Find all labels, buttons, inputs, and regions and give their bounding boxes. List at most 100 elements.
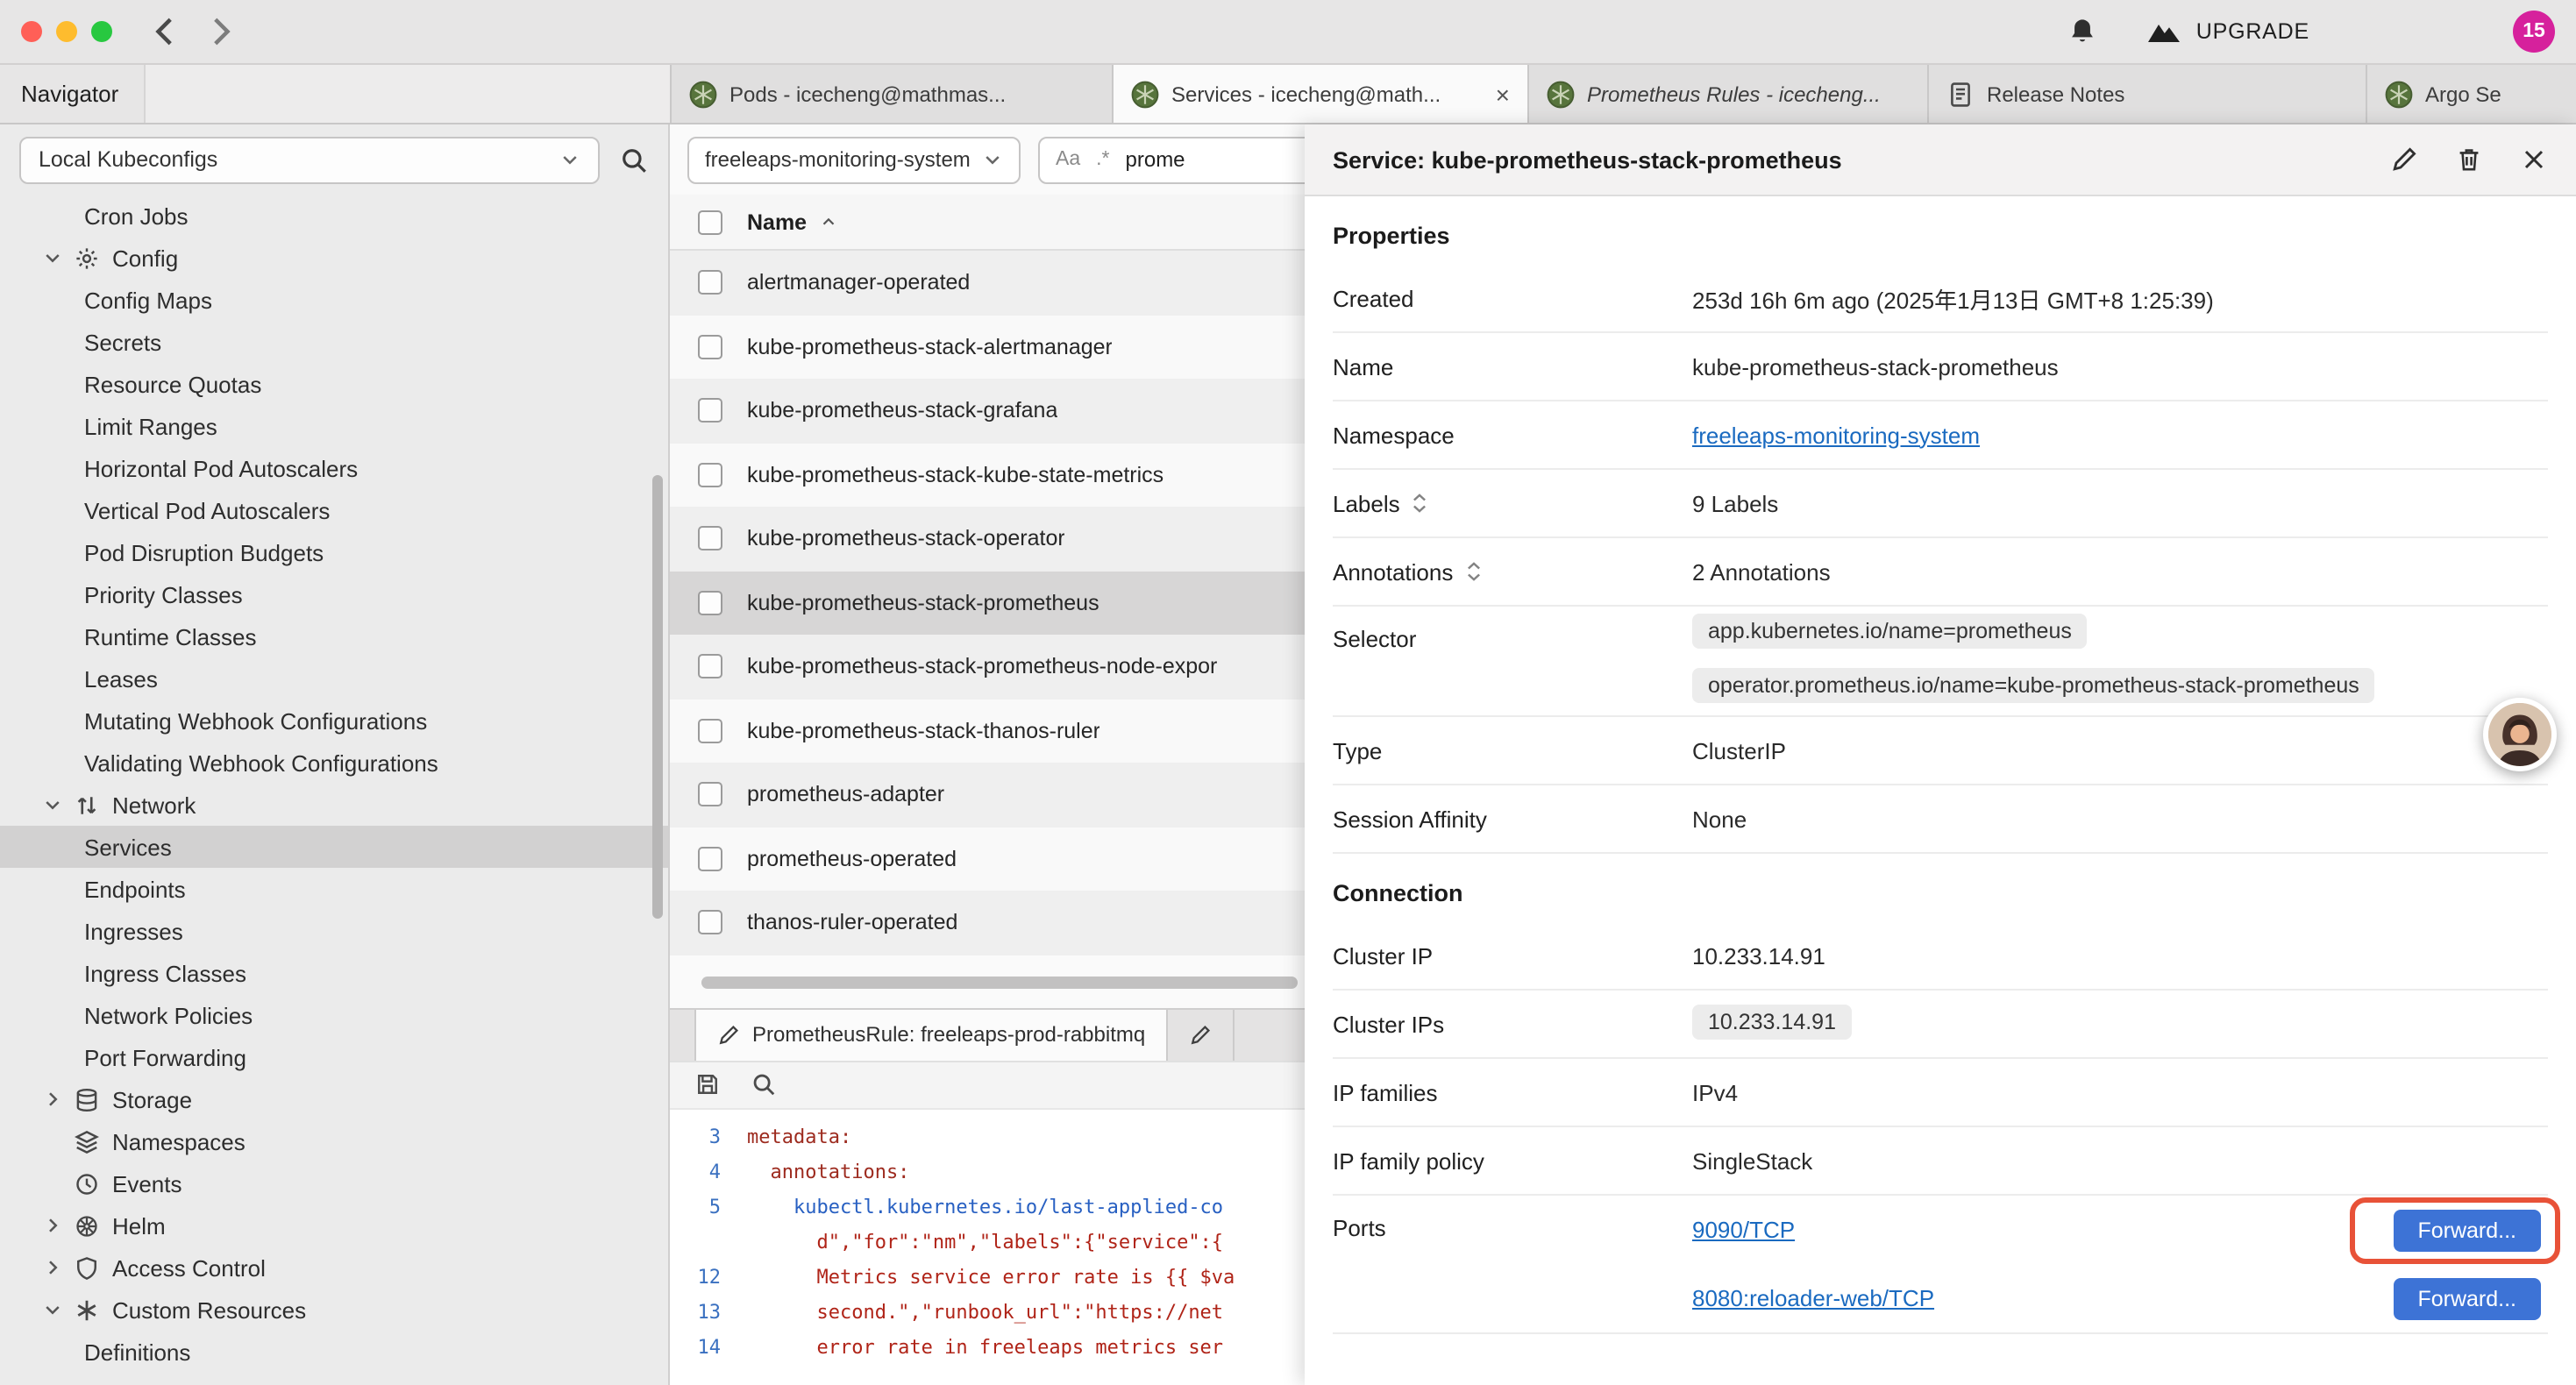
- detail-row-session-affinity: Session AffinityNone: [1333, 785, 2548, 854]
- regex-toggle[interactable]: .*: [1096, 149, 1109, 170]
- sidebar-item-pod-disruption-budgets[interactable]: Pod Disruption Budgets: [0, 531, 668, 573]
- detail-label: Selector: [1333, 607, 1692, 652]
- port-link[interactable]: 9090/TCP: [1692, 1217, 1795, 1243]
- sidebar-item-runtime-classes[interactable]: Runtime Classes: [0, 615, 668, 657]
- close-window-button[interactable]: [21, 21, 42, 42]
- sidebar-item-ingress-classes[interactable]: Ingress Classes: [0, 952, 668, 994]
- sidebar-item-config[interactable]: Config: [0, 237, 668, 279]
- sort-ascending-icon[interactable]: [819, 212, 838, 231]
- chip-list: 10.233.14.91: [1692, 997, 1852, 1051]
- detail-row-namespace: Namespacefreeleaps-monitoring-system: [1333, 401, 2548, 470]
- sidebar-item-cron-jobs[interactable]: Cron Jobs: [0, 195, 668, 237]
- close-icon[interactable]: [2520, 146, 2548, 174]
- port-line: 9090/TCP Forward...: [1692, 1196, 2548, 1264]
- chevron-right-icon[interactable]: [42, 1089, 63, 1110]
- match-case-toggle[interactable]: Aa: [1056, 149, 1080, 170]
- namespace-filter-select[interactable]: freeleaps-monitoring-system: [687, 136, 1021, 183]
- minimize-window-button[interactable]: [56, 21, 77, 42]
- select-all-checkbox[interactable]: [698, 210, 722, 234]
- sidebar-item-network-policies[interactable]: Network Policies: [0, 994, 668, 1036]
- trash-icon[interactable]: [2455, 146, 2483, 174]
- dock-tab-1[interactable]: PrometheusRule: freeleaps-prod-rabbitmq: [694, 1009, 1168, 1060]
- sidebar-item-label: Ingress Classes: [84, 960, 246, 986]
- chevron-right-icon[interactable]: [42, 1215, 63, 1236]
- sidebar-item-priority-classes[interactable]: Priority Classes: [0, 573, 668, 615]
- forward-button[interactable]: Forward...: [2393, 1209, 2541, 1251]
- sidebar-item-label: Definitions: [84, 1339, 190, 1365]
- sidebar-item-ingresses[interactable]: Ingresses: [0, 910, 668, 952]
- chevron-down-icon[interactable]: [42, 1299, 63, 1320]
- kubeconfig-selector[interactable]: Local Kubeconfigs: [19, 136, 600, 183]
- sidebar-item-secrets[interactable]: Secrets: [0, 321, 668, 363]
- row-checkbox[interactable]: [698, 655, 722, 679]
- row-checkbox[interactable]: [698, 463, 722, 487]
- expand-icon[interactable]: [1411, 491, 1430, 515]
- column-header-name[interactable]: Name: [747, 210, 807, 234]
- sidebar-item-vertical-pod-autoscalers[interactable]: Vertical Pod Autoscalers: [0, 489, 668, 531]
- row-checkbox[interactable]: [698, 271, 722, 295]
- close-tab-icon[interactable]: ×: [1496, 82, 1510, 106]
- sidebar-item-validating-webhook-configurations[interactable]: Validating Webhook Configurations: [0, 742, 668, 784]
- sidebar-item-leases[interactable]: Leases: [0, 657, 668, 700]
- sidebar-item-custom-resources[interactable]: Custom Resources: [0, 1289, 668, 1331]
- row-checkbox[interactable]: [698, 847, 722, 871]
- row-checkbox[interactable]: [698, 719, 722, 743]
- avatar[interactable]: [2483, 698, 2557, 771]
- sidebar-item-resource-quotas[interactable]: Resource Quotas: [0, 363, 668, 405]
- back-icon[interactable]: [147, 14, 182, 49]
- sidebar-scrollbar[interactable]: [652, 475, 663, 919]
- sidebar-item-services[interactable]: Services: [0, 826, 668, 868]
- chevron-down-icon[interactable]: [42, 247, 63, 268]
- forward-button[interactable]: Forward...: [2393, 1277, 2541, 1319]
- sidebar-item-horizontal-pod-autoscalers[interactable]: Horizontal Pod Autoscalers: [0, 447, 668, 489]
- forward-icon[interactable]: [203, 14, 238, 49]
- row-checkbox[interactable]: [698, 335, 722, 359]
- save-icon[interactable]: [694, 1071, 721, 1097]
- sidebar-item-label: Config: [112, 245, 178, 271]
- pencil-icon[interactable]: [2390, 146, 2418, 174]
- namespace-filter-value: freeleaps-monitoring-system: [705, 147, 971, 172]
- sidebar-item-config-maps[interactable]: Config Maps: [0, 279, 668, 321]
- port-link[interactable]: 8080:reloader-web/TCP: [1692, 1285, 1934, 1311]
- sidebar-item-access-control[interactable]: Access Control: [0, 1246, 668, 1289]
- notifications-bell-icon[interactable]: [2068, 16, 2098, 47]
- row-checkbox[interactable]: [698, 783, 722, 807]
- sidebar-item-events[interactable]: Events: [0, 1162, 668, 1204]
- namespace-link[interactable]: freeleaps-monitoring-system: [1692, 422, 1980, 448]
- sidebar-item-definitions[interactable]: Definitions: [0, 1331, 668, 1373]
- tab-pods-icecheng-mathmas[interactable]: Pods - icecheng@mathmas...: [672, 65, 1114, 123]
- sidebar-item-network[interactable]: Network: [0, 784, 668, 826]
- expand-icon[interactable]: [1463, 559, 1483, 584]
- tab-release-notes[interactable]: Release Notes: [1929, 65, 2367, 123]
- sidebar-item-limit-ranges[interactable]: Limit Ranges: [0, 405, 668, 447]
- row-checkbox[interactable]: [698, 527, 722, 551]
- notification-count-badge[interactable]: 15: [2513, 11, 2555, 53]
- kubeconfig-selector-value: Local Kubeconfigs: [39, 147, 217, 172]
- row-checkbox[interactable]: [698, 591, 722, 615]
- sidebar-item-endpoints[interactable]: Endpoints: [0, 868, 668, 910]
- label-text: Ports: [1333, 1215, 1386, 1241]
- sidebar-item-helm[interactable]: Helm: [0, 1204, 668, 1246]
- service-name: kube-prometheus-stack-alertmanager: [747, 335, 1113, 359]
- tab-argo-se[interactable]: Argo Se: [2367, 65, 2576, 123]
- dock-tab-2[interactable]: [1168, 1009, 1235, 1060]
- row-checkbox[interactable]: [698, 911, 722, 935]
- service-name: kube-prometheus-stack-prometheus-node-ex…: [747, 655, 1217, 679]
- tab-prometheus-rules-icecheng[interactable]: Prometheus Rules - icecheng...: [1529, 65, 1929, 123]
- sidebar-item-namespaces[interactable]: Namespaces: [0, 1120, 668, 1162]
- chevron-right-icon[interactable]: [42, 1257, 63, 1278]
- maximize-window-button[interactable]: [91, 21, 112, 42]
- sidebar-item-port-forwarding[interactable]: Port Forwarding: [0, 1036, 668, 1078]
- row-checkbox[interactable]: [698, 399, 722, 423]
- sidebar-item-mutating-webhook-configurations[interactable]: Mutating Webhook Configurations: [0, 700, 668, 742]
- search-icon[interactable]: [751, 1071, 777, 1097]
- sidebar-item-storage[interactable]: Storage: [0, 1078, 668, 1120]
- detail-label: IP families: [1333, 1079, 1692, 1105]
- search-icon[interactable]: [619, 145, 649, 174]
- code-text: metadata:: [747, 1125, 851, 1147]
- chevron-down-icon: [982, 149, 1003, 170]
- tab-services-icecheng-math[interactable]: Services - icecheng@math...×: [1114, 65, 1529, 123]
- horizontal-scrollbar[interactable]: [701, 976, 1298, 988]
- chevron-down-icon[interactable]: [42, 794, 63, 815]
- upgrade-button[interactable]: UPGRADE: [2147, 19, 2309, 44]
